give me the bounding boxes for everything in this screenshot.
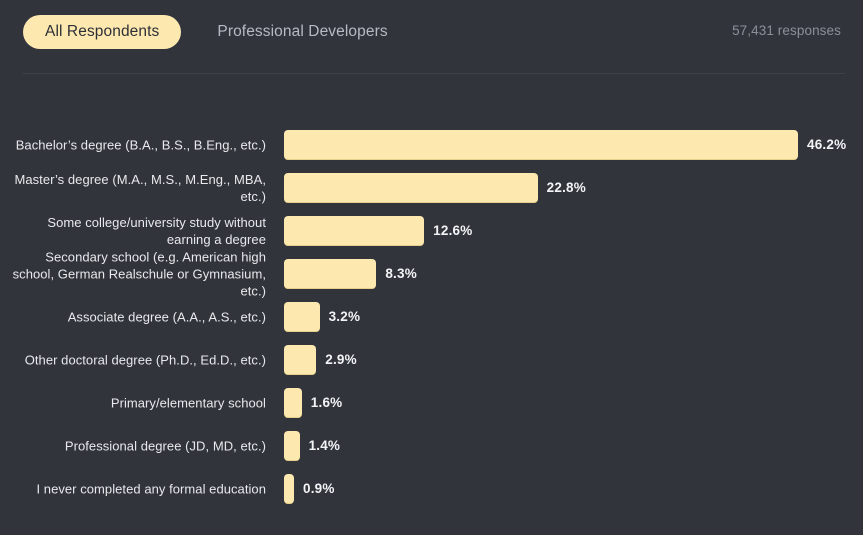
chart-row: Associate degree (A.A., A.S., etc.) 3.2%	[0, 295, 863, 338]
chart-row: Some college/university study without ea…	[0, 209, 863, 252]
bar-value-label: 1.4%	[308, 438, 341, 453]
bar-value-label: 0.9%	[303, 481, 335, 496]
chart-row: Secondary school (e.g. American high sch…	[0, 249, 863, 298]
bar-value-label: 8.3%	[385, 266, 417, 281]
chart-row: Primary/elementary school 1.6%	[0, 381, 863, 424]
bar-container: 22.8%	[284, 172, 586, 203]
tab-group: All Respondents Professional Developers	[23, 15, 410, 49]
category-label: Other doctoral degree (Ph.D., Ed.D., etc…	[24, 352, 266, 367]
bar-container: 2.9%	[284, 344, 357, 375]
category-label: Bachelor’s degree (B.A., B.S., B.Eng., e…	[15, 137, 266, 152]
bar-value-label: 3.2%	[328, 309, 361, 324]
category-label: Professional degree (JD, MD, etc.)	[64, 438, 266, 453]
chart-row: I never completed any formal education 0.…	[0, 467, 863, 510]
bar[interactable]	[284, 473, 294, 504]
bar[interactable]	[284, 430, 300, 461]
bar-container: 8.3%	[284, 258, 417, 289]
tab-professional-developers[interactable]: Professional Developers	[195, 15, 409, 49]
bar-value-label: 22.8%	[546, 180, 586, 195]
bar[interactable]	[284, 129, 798, 160]
bar-container: 3.2%	[284, 301, 361, 332]
chart-row: Professional degree (JD, MD, etc.) 1.4%	[0, 424, 863, 467]
tab-all-respondents-label: All Respondents	[45, 23, 160, 40]
bar[interactable]	[284, 387, 302, 418]
bar-value-label: 46.2%	[807, 137, 847, 152]
chart-row: Master’s degree (M.A., M.S., M.Eng., MBA…	[0, 166, 863, 209]
bar-container: 12.6%	[284, 215, 473, 246]
chart-row: Other doctoral degree (Ph.D., Ed.D., etc…	[0, 338, 863, 381]
bar-value-label: 2.9%	[325, 352, 357, 367]
category-label: I never completed any formal education	[36, 481, 266, 496]
tab-bar: All Respondents Professional Developers …	[0, 0, 863, 73]
header-divider	[22, 73, 845, 74]
category-label: Some college/university study without ea…	[47, 214, 266, 247]
category-label: Primary/elementary school	[110, 395, 266, 410]
tab-all-respondents[interactable]: All Respondents	[23, 15, 182, 49]
education-bar-chart: Bachelor’s degree (B.A., B.S., B.Eng., e…	[0, 123, 863, 510]
category-label: Associate degree (A.A., A.S., etc.)	[67, 309, 266, 324]
bar[interactable]	[284, 344, 317, 375]
bar[interactable]	[284, 215, 425, 246]
bar-value-label: 1.6%	[310, 395, 343, 410]
bar-container: 0.9%	[284, 473, 335, 504]
bar-value-label: 12.6%	[433, 223, 473, 238]
bar-container: 1.4%	[284, 430, 341, 461]
tab-professional-developers-label: Professional Developers	[217, 23, 388, 40]
bar[interactable]	[284, 258, 377, 289]
category-label: Secondary school (e.g. American high sch…	[12, 249, 266, 298]
bar-container: 46.2%	[284, 129, 847, 160]
category-label: Master’s degree (M.A., M.S., M.Eng., MBA…	[14, 171, 266, 204]
bar[interactable]	[284, 172, 538, 203]
bar-container: 1.6%	[284, 387, 343, 418]
responses-count: 57,431 responses	[732, 23, 841, 38]
bar[interactable]	[284, 301, 320, 332]
chart-row: Bachelor’s degree (B.A., B.S., B.Eng., e…	[0, 123, 863, 166]
